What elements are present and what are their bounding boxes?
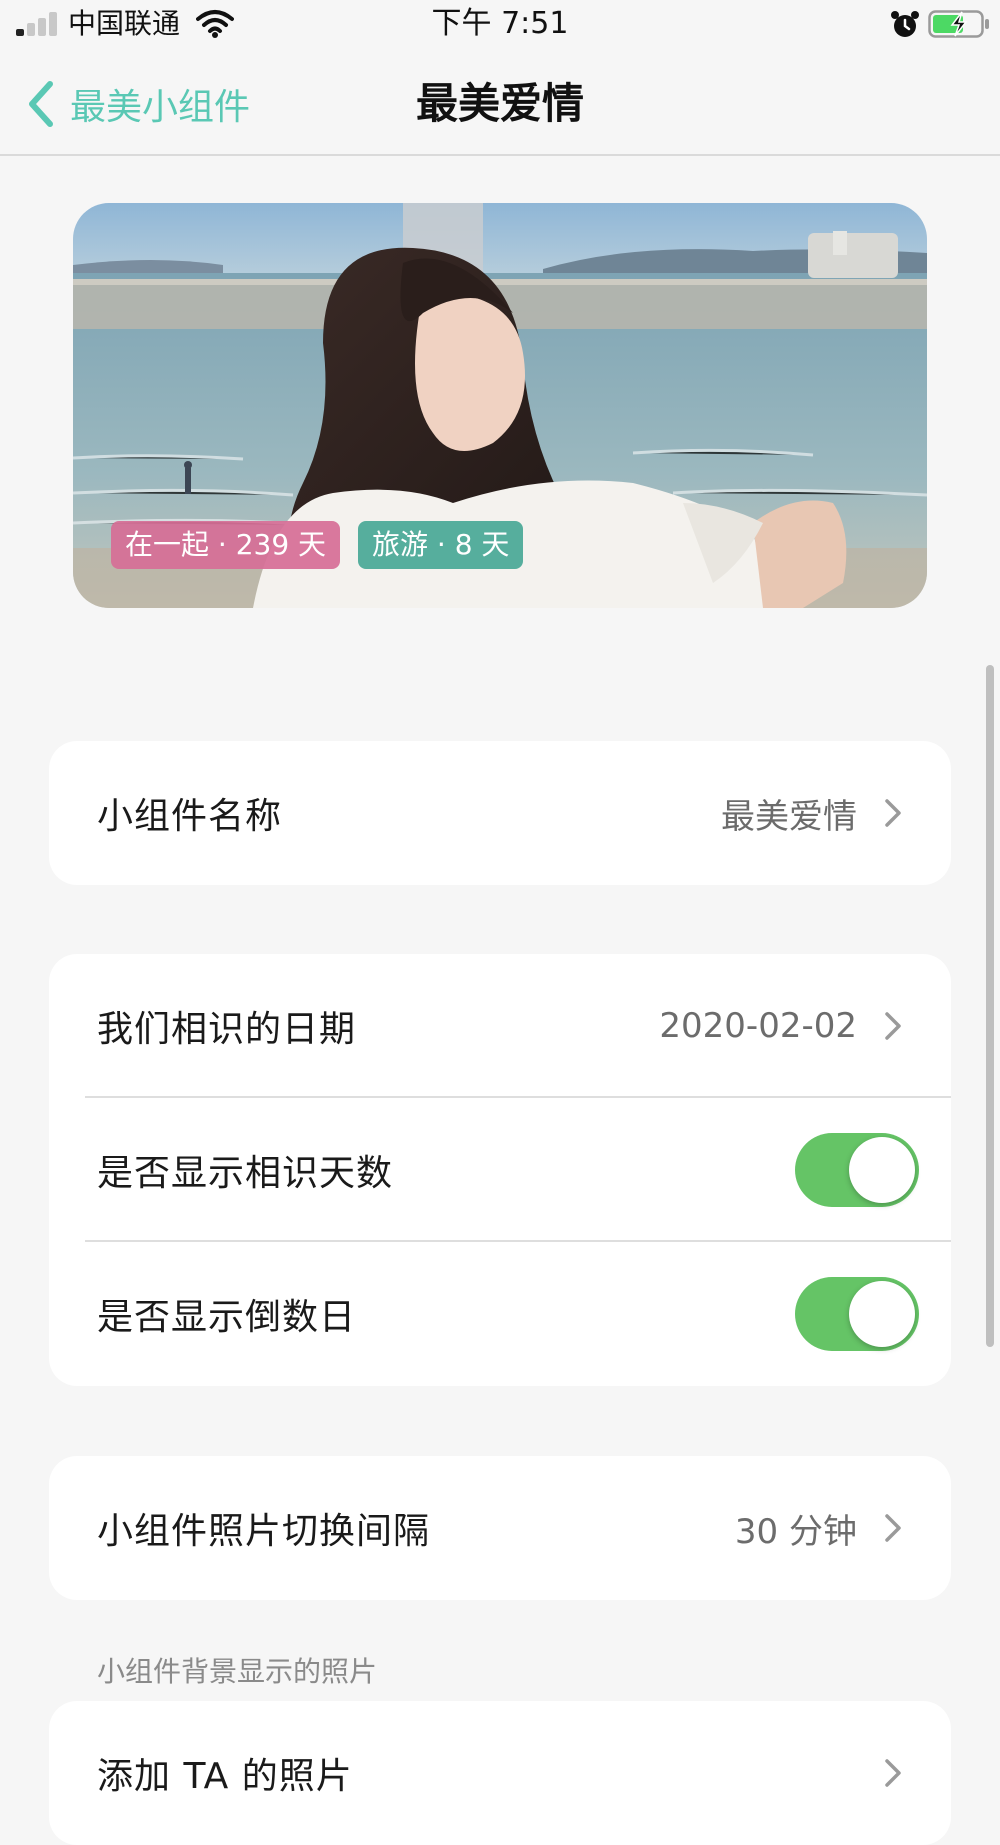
widget-name-value: 最美爱情 (721, 796, 857, 837)
add-photo-card: 添加 TA 的照片 (49, 1701, 951, 1845)
meet-date-value: 2020-02-02 (659, 1006, 857, 1046)
show-days-row: 是否显示相识天数 (49, 1098, 951, 1242)
show-countdown-toggle[interactable] (795, 1277, 919, 1351)
battery-charging-icon (928, 10, 989, 38)
add-photo-row[interactable]: 添加 TA 的照片 (49, 1701, 951, 1845)
photos-section-header: 小组件背景显示的照片 (97, 1655, 378, 1688)
photo-interval-label: 小组件照片切换间隔 (97, 1511, 431, 1552)
toggle-knob (849, 1281, 915, 1347)
chevron-right-icon (885, 1514, 901, 1542)
chevron-right-icon (885, 1759, 901, 1787)
photo-interval-value: 30 分钟 (734, 1511, 857, 1552)
status-bar: 中国联通 下午 7:51 (0, 0, 1000, 50)
widget-name-row[interactable]: 小组件名称 最美爱情 (49, 741, 951, 885)
widget-preview: 在一起 · 239 天 旅游 · 8 天 (73, 203, 927, 608)
navigation-bar: 最美小组件 最美爱情 (0, 54, 1000, 156)
toggle-knob (849, 1137, 915, 1203)
chevron-right-icon (885, 799, 901, 827)
scroll-indicator[interactable] (986, 665, 994, 1347)
show-countdown-row: 是否显示倒数日 (49, 1242, 951, 1386)
show-days-toggle[interactable] (795, 1133, 919, 1207)
photo-interval-card: 小组件照片切换间隔 30 分钟 (49, 1456, 951, 1600)
travel-countdown-tag: 旅游 · 8 天 (358, 521, 524, 569)
meet-date-label: 我们相识的日期 (97, 1009, 357, 1050)
widget-name-card: 小组件名称 最美爱情 (49, 741, 951, 885)
show-days-label: 是否显示相识天数 (97, 1153, 394, 1194)
page-title: 最美爱情 (415, 79, 584, 128)
status-time: 下午 7:51 (431, 6, 569, 41)
show-countdown-label: 是否显示倒数日 (97, 1297, 357, 1338)
meet-date-row[interactable]: 我们相识的日期 2020-02-02 (49, 954, 951, 1098)
alarm-clock-icon (891, 11, 919, 37)
photo-interval-row[interactable]: 小组件照片切换间隔 30 分钟 (49, 1456, 951, 1600)
date-settings-card: 我们相识的日期 2020-02-02 是否显示相识天数 是否显示倒数日 (49, 954, 951, 1386)
widget-name-label: 小组件名称 (97, 796, 283, 837)
chevron-right-icon (885, 1012, 901, 1040)
together-days-tag: 在一起 · 239 天 (111, 521, 341, 569)
add-photo-label: 添加 TA 的照片 (97, 1756, 353, 1797)
